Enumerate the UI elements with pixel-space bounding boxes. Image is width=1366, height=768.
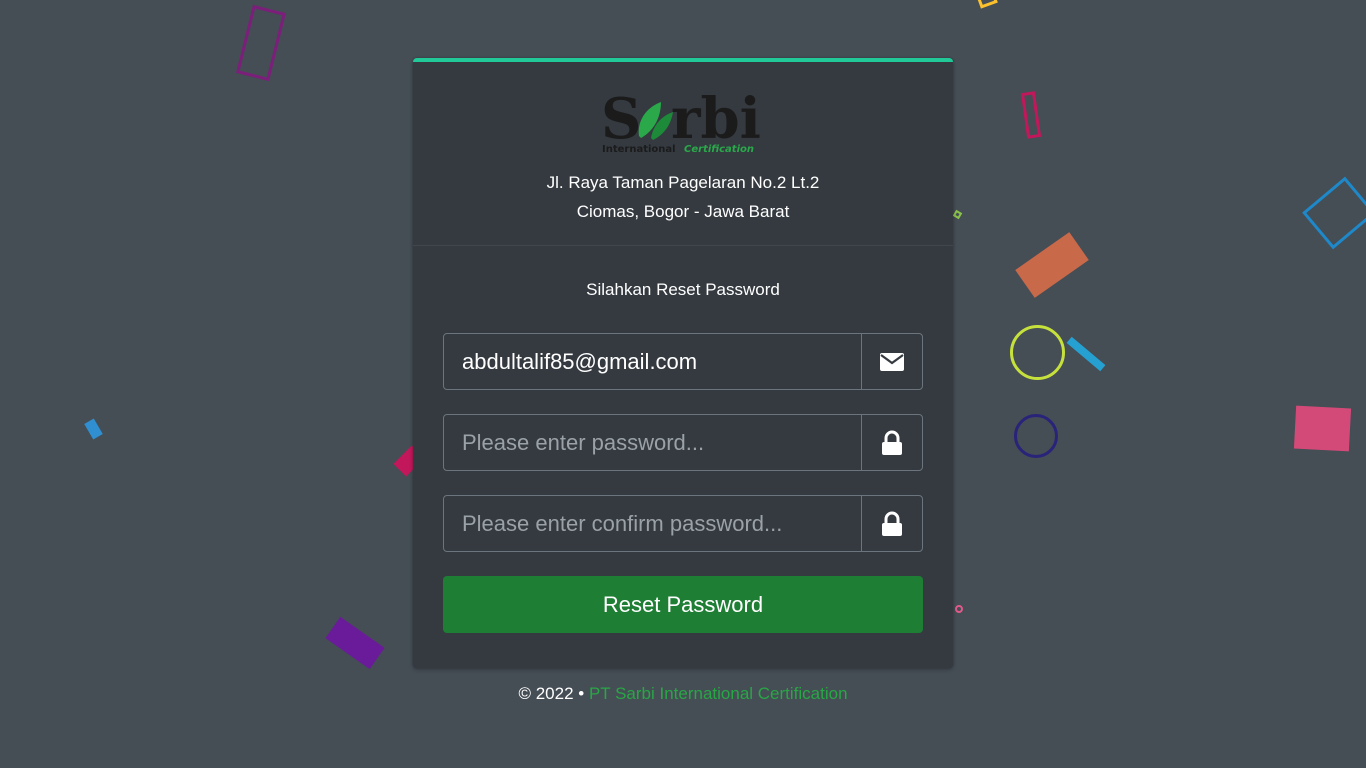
svg-text:S: S [601,86,641,152]
password-addon [861,415,922,470]
confetti-outline-rect-purple [236,4,286,82]
confetti-dot-pink [955,605,963,613]
login-page: S rbi International Certification Jl. Ra… [0,0,1366,768]
logo-sub-international: International [602,144,676,155]
sarbi-logo: S rbi International Certification [601,86,761,155]
confirm-password-field[interactable] [444,496,861,551]
card-header: S rbi International Certification Jl. Ra… [413,62,953,246]
confirm-password-input-group [443,495,923,552]
logo-sub-certification: Certification [684,144,754,155]
confetti-outline-rect-blue [1302,176,1366,250]
password-field[interactable] [444,415,861,470]
reset-password-button[interactable]: Reset Password [443,576,923,633]
reset-password-card: S rbi International Certification Jl. Ra… [413,58,953,668]
copyright-text: © 2022 • [518,684,585,703]
email-input-group [443,333,923,390]
lock-icon [882,430,902,455]
lock-icon [882,511,902,536]
company-address: Jl. Raya Taman Pagelaran No.2 Lt.2 Cioma… [413,168,953,226]
confetti-outline-rect-yellow [976,0,998,9]
confetti-small-green [952,209,963,220]
confetti-circle-lime [1010,325,1065,380]
confetti-rect-orange [1015,232,1089,298]
envelope-icon [880,352,904,371]
footer: © 2022 • PT Sarbi International Certific… [0,684,1366,704]
email-addon [861,334,922,389]
confetti-outline-rect-red [1020,91,1042,139]
svg-text:rbi: rbi [671,86,761,152]
address-line-1: Jl. Raya Taman Pagelaran No.2 Lt.2 [546,173,820,192]
form-subtitle: Silahkan Reset Password [586,280,780,299]
password-input-group [443,414,923,471]
confetti-rect-purple [325,616,385,670]
email-field[interactable] [444,334,861,389]
address-line-2: Ciomas, Bogor - Jawa Barat [576,202,790,221]
confetti-bar-cyan [1066,336,1106,372]
confetti-circle-navy [1014,414,1058,458]
confetti-rect-blue [84,418,103,440]
confetti-rect-pink [1293,405,1352,452]
confirm-password-addon [861,496,922,551]
company-link[interactable]: PT Sarbi International Certification [589,684,848,703]
